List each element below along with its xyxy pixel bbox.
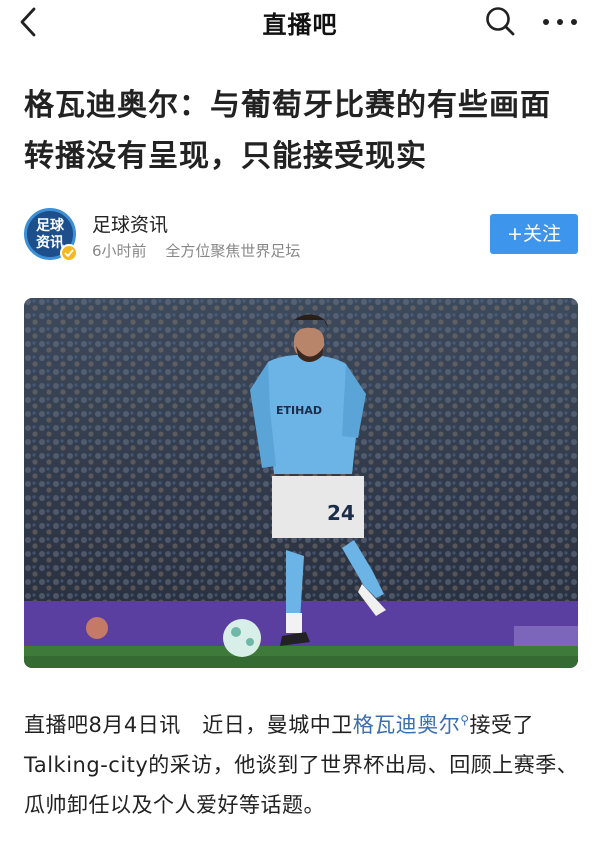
author-row: 足球资讯 足球资讯 6小时前 全方位聚焦世界足坛 +关注 — [24, 206, 580, 266]
article-title: 格瓦迪奥尔：与葡萄牙比赛的有些画面转播没有呈现，只能接受现实 — [24, 88, 551, 174]
top-nav-bar: 直播吧 — [0, 0, 600, 44]
author-tagline: 全方位聚焦世界足坛 — [165, 242, 301, 260]
jersey-number: 24 — [327, 501, 355, 525]
author-name[interactable]: 足球资讯 — [92, 210, 168, 237]
shirt-sponsor: ETIHAD — [276, 404, 322, 417]
follow-button[interactable]: +关注 — [490, 214, 578, 254]
link-search-icon[interactable]: ⚲ — [460, 713, 469, 727]
publish-time: 6小时前 — [92, 242, 147, 260]
football — [223, 619, 261, 657]
player-link[interactable]: 格瓦迪奥尔 — [353, 713, 461, 737]
search-icon[interactable] — [484, 5, 518, 39]
article-body: 直播吧8月4日讯 近日，曼城中卫格瓦迪奥尔⚲接受了Talking-city的采访… — [24, 700, 580, 825]
more-options-icon[interactable] — [540, 8, 580, 36]
body-intro: 直播吧8月4日讯 近日，曼城中卫 — [24, 713, 353, 737]
verified-badge-icon — [60, 244, 78, 262]
author-meta: 6小时前 全方位聚焦世界足坛 — [92, 240, 314, 261]
article-photo: 24 ETIHAD — [24, 298, 578, 668]
